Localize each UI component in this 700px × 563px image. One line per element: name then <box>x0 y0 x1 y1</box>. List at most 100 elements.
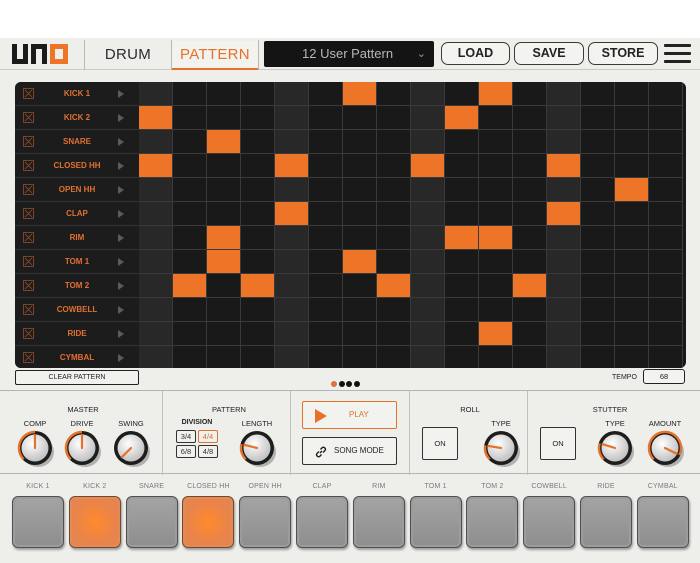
step-cell[interactable] <box>241 322 275 346</box>
step-cell[interactable] <box>581 106 615 130</box>
step-cell[interactable] <box>649 274 683 298</box>
step-cell[interactable] <box>445 202 479 226</box>
step-cell[interactable] <box>479 298 513 322</box>
step-cell[interactable] <box>309 82 343 106</box>
step-cell[interactable] <box>275 178 309 202</box>
step-cell[interactable] <box>343 178 377 202</box>
step-cell[interactable] <box>309 154 343 178</box>
step-cell[interactable] <box>615 154 649 178</box>
step-cell-active[interactable] <box>207 130 241 154</box>
step-cell[interactable] <box>411 322 445 346</box>
division-6-8-button[interactable]: 6/8 <box>176 445 196 458</box>
step-cell[interactable] <box>649 106 683 130</box>
step-cell[interactable] <box>309 226 343 250</box>
step-cell[interactable] <box>649 178 683 202</box>
step-cell[interactable] <box>581 250 615 274</box>
swing-knob[interactable] <box>111 429 151 469</box>
preview-play-icon[interactable] <box>118 306 124 314</box>
step-cell[interactable] <box>581 154 615 178</box>
step-cell[interactable] <box>377 130 411 154</box>
step-cell[interactable] <box>309 322 343 346</box>
step-cell[interactable] <box>343 298 377 322</box>
step-cell[interactable] <box>445 130 479 154</box>
comp-knob[interactable] <box>15 429 55 469</box>
drum-pad[interactable] <box>239 496 292 548</box>
division-4-8-button[interactable]: 4/8 <box>198 445 218 458</box>
step-cell[interactable] <box>411 130 445 154</box>
step-cell[interactable] <box>479 130 513 154</box>
preview-play-icon[interactable] <box>118 282 124 290</box>
step-cell[interactable] <box>173 322 207 346</box>
mute-toggle[interactable] <box>23 280 34 291</box>
instrument-name[interactable]: KICK 2 <box>39 106 115 130</box>
step-cell-active[interactable] <box>343 82 377 106</box>
step-cell[interactable] <box>513 82 547 106</box>
load-button[interactable]: LOAD <box>441 42 510 65</box>
step-cell[interactable] <box>513 226 547 250</box>
step-cell[interactable] <box>547 322 581 346</box>
step-cell[interactable] <box>615 226 649 250</box>
step-cell[interactable] <box>581 322 615 346</box>
step-cell[interactable] <box>411 202 445 226</box>
mute-toggle[interactable] <box>23 88 34 99</box>
step-cell[interactable] <box>309 130 343 154</box>
step-cell[interactable] <box>513 298 547 322</box>
step-cell[interactable] <box>615 202 649 226</box>
step-cell[interactable] <box>173 106 207 130</box>
instrument-name[interactable]: OPEN HH <box>39 178 115 202</box>
step-cell[interactable] <box>615 322 649 346</box>
step-cell[interactable] <box>139 322 173 346</box>
step-cell[interactable] <box>173 130 207 154</box>
step-cell[interactable] <box>513 130 547 154</box>
stutter-type-knob[interactable] <box>595 429 635 469</box>
step-cell[interactable] <box>207 154 241 178</box>
instrument-name[interactable]: COWBELL <box>39 298 115 322</box>
step-cell[interactable] <box>615 250 649 274</box>
drum-pad[interactable] <box>296 496 348 548</box>
play-button[interactable]: PLAY <box>302 401 397 429</box>
step-cell[interactable] <box>139 178 173 202</box>
mute-toggle[interactable] <box>23 328 34 339</box>
step-cell[interactable] <box>513 202 547 226</box>
step-cell[interactable] <box>445 298 479 322</box>
step-cell[interactable] <box>241 250 275 274</box>
step-cell[interactable] <box>343 226 377 250</box>
step-cell[interactable] <box>139 226 173 250</box>
step-cell[interactable] <box>615 82 649 106</box>
length-knob[interactable] <box>237 429 277 469</box>
step-cell-active[interactable] <box>343 250 377 274</box>
step-cell[interactable] <box>207 178 241 202</box>
step-cell[interactable] <box>411 178 445 202</box>
instrument-name[interactable]: CYMBAL <box>39 346 115 368</box>
step-cell-active[interactable] <box>547 154 581 178</box>
drive-knob[interactable] <box>62 429 102 469</box>
step-cell[interactable] <box>241 346 275 368</box>
instrument-name[interactable]: SNARE <box>39 130 115 154</box>
drum-pad[interactable] <box>466 496 519 548</box>
tempo-input[interactable]: 68 <box>643 369 685 384</box>
drum-pad[interactable] <box>580 496 632 548</box>
step-cell[interactable] <box>241 106 275 130</box>
preview-play-icon[interactable] <box>118 258 124 266</box>
mute-toggle[interactable] <box>23 232 34 243</box>
step-cell-active[interactable] <box>275 154 309 178</box>
preview-play-icon[interactable] <box>118 330 124 338</box>
step-cell[interactable] <box>173 202 207 226</box>
step-cell-active[interactable] <box>207 226 241 250</box>
step-cell[interactable] <box>207 274 241 298</box>
step-cell[interactable] <box>547 250 581 274</box>
step-cell[interactable] <box>275 346 309 368</box>
step-cell[interactable] <box>343 130 377 154</box>
step-cell[interactable] <box>649 250 683 274</box>
mute-toggle[interactable] <box>23 112 34 123</box>
step-cell[interactable] <box>309 178 343 202</box>
instrument-name[interactable]: CLAP <box>39 202 115 226</box>
mute-toggle[interactable] <box>23 136 34 147</box>
step-cell[interactable] <box>173 154 207 178</box>
step-cell[interactable] <box>343 322 377 346</box>
step-cell[interactable] <box>479 154 513 178</box>
step-cell[interactable] <box>547 106 581 130</box>
step-cell[interactable] <box>377 346 411 368</box>
step-cell[interactable] <box>547 274 581 298</box>
step-cell[interactable] <box>581 178 615 202</box>
